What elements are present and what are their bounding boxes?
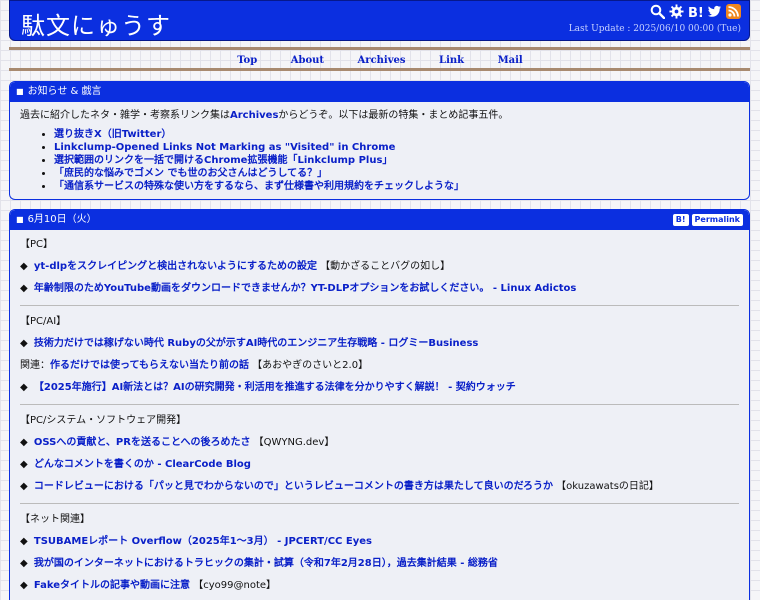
list-item: 「庶民的な悩みでゴメン でも世のお父さんはどうしてる？」 <box>54 167 739 180</box>
category-label: 【PC/システム・ソフトウェア開発】 <box>20 415 187 426</box>
category-label: 【PC/AI】 <box>20 316 67 327</box>
nav-mail[interactable]: Mail <box>498 55 523 66</box>
last-update: Last Update : 2025/06/10 00:00 (Tue) <box>568 24 741 34</box>
notice-heading-text: お知らせ & 戯言 <box>27 86 102 97</box>
item-link[interactable]: どんなコメントを書くのか - ClearCode Blog <box>34 459 251 470</box>
item-prefix: ◆ <box>20 459 31 470</box>
day-box: ■ 6月10日（火） B! Permalink 【PC】 ◆ yt-dlpをスクレ… <box>9 209 750 600</box>
nav-rule-bottom <box>9 68 750 71</box>
list-item: 関連：作るだけでは使ってもらえない当たり前の話 【あおやぎのさいと2.0】 <box>20 359 739 373</box>
item-link[interactable]: コードレビューにおける「パッと見でわからないので」というレビューコメントの書き方… <box>34 481 553 492</box>
gear-icon[interactable] <box>669 4 684 19</box>
nav-archives[interactable]: Archives <box>358 55 406 66</box>
list-item: ◆ OSSへの貢献と、PRを送ることへの後ろめたさ 【QWYNG.dev】 <box>20 436 739 450</box>
item-link[interactable]: 作るだけでは使ってもらえない当たり前の話 <box>50 360 249 371</box>
hatena-bookmark-button[interactable]: B! <box>672 214 689 226</box>
item-prefix: ◆ <box>20 481 31 492</box>
item-source: 【QWYNG.dev】 <box>250 437 335 448</box>
notice-box: ■ お知らせ & 戯言 過去に紹介したネタ・雑学・考察系リンク集はArchives… <box>9 81 750 200</box>
nav-rule-top <box>9 47 750 50</box>
square-bullet-icon: ■ <box>16 87 24 96</box>
item-source: 【okuzawatsの日記】 <box>552 481 659 492</box>
twitter-icon[interactable] <box>707 4 722 19</box>
site-header: 駄文にゅうす B! Last Update : 2025/06/10 00:00… <box>9 0 750 41</box>
search-icon[interactable] <box>650 4 665 19</box>
item-prefix: 関連： <box>20 360 50 371</box>
hatena-bookmark-icon[interactable]: B! <box>688 4 703 19</box>
day-heading-text: 6月10日（火） <box>27 214 97 225</box>
item-link[interactable]: 年齢制限のためYouTube動画をダウンロードできませんか？YT-DLPオプショ… <box>34 283 576 294</box>
notice-link-list: 選り抜きX（旧Twitter） Linkclump-Opened Links N… <box>20 128 739 193</box>
main-nav: Top About Archives Link Mail <box>0 53 760 66</box>
rss-icon[interactable] <box>726 4 741 19</box>
notice-link[interactable]: 選択範囲のリンクを一括で開けるChrome拡張機能「Linkclump Plus… <box>54 155 392 166</box>
notice-link[interactable]: 選り抜きX（旧Twitter） <box>54 129 171 140</box>
notice-intro-before: 過去に紹介したネタ・雑学・考察系リンク集は <box>20 110 230 121</box>
list-item: ◆ 年齢制限のためYouTube動画をダウンロードできませんか？YT-DLPオプ… <box>20 282 739 296</box>
item-prefix: ◆ <box>20 283 31 294</box>
notice-heading: ■ お知らせ & 戯言 <box>10 82 749 102</box>
list-item: 選り抜きX（旧Twitter） <box>54 128 739 141</box>
notice-intro: 過去に紹介したネタ・雑学・考察系リンク集はArchivesからどうぞ。以下は最新… <box>20 109 739 123</box>
item-source: 【あおやぎのさいと2.0】 <box>249 360 369 371</box>
item-source: 【動かざることバグの如し】 <box>316 261 451 272</box>
item-link[interactable]: Fakeタイトルの記事や動画に注意 <box>34 580 190 591</box>
list-item: ◆ どんなコメントを書くのか - ClearCode Blog <box>20 458 739 472</box>
item-prefix: ◆ <box>20 338 31 349</box>
list-item: 選択範囲のリンクを一括で開けるChrome拡張機能「Linkclump Plus… <box>54 154 739 167</box>
item-link[interactable]: TSUBAMEレポート Overflow（2025年1～3月） - JPCERT… <box>34 536 372 547</box>
notice-link[interactable]: Linkclump-Opened Links Not Marking as "V… <box>54 142 395 153</box>
item-prefix: ◆ <box>20 261 31 272</box>
item-source: 【cyo99@note】 <box>190 580 277 591</box>
category-label: 【PC】 <box>20 239 54 250</box>
nav-link[interactable]: Link <box>439 55 464 66</box>
notice-link[interactable]: 「庶民的な悩みでゴメン でも世のお父さんはどうしてる？」 <box>54 168 327 179</box>
day-heading: ■ 6月10日（火） B! Permalink <box>10 210 749 230</box>
list-item: ◆ コードレビューにおける「パッと見でわからないので」というレビューコメントの書… <box>20 480 739 494</box>
item-link[interactable]: yt-dlpをスクレイピングと検出されないようにするための設定 <box>34 261 317 272</box>
list-item: 「通信系サービスの特殊な使い方をするなら、まず仕様書や利用規約をチェックしような… <box>54 180 739 193</box>
list-item: ◆ Fakeタイトルの記事や動画に注意 【cyo99@note】 <box>20 579 739 593</box>
item-link[interactable]: 【2025年施行】AI新法とは？AIの研究開発・利活用を推進する法律を分かりやす… <box>34 382 516 393</box>
list-item: ◆ 【2025年施行】AI新法とは？AIの研究開発・利活用を推進する法律を分かり… <box>20 381 739 395</box>
notice-link[interactable]: 「通信系サービスの特殊な使い方をするなら、まず仕様書や利用規約をチェックしような… <box>54 181 464 192</box>
svg-text:B!: B! <box>688 6 703 19</box>
notice-intro-after: からどうぞ。以下は最新の特集・まとめ記事五件。 <box>278 110 509 121</box>
archives-link[interactable]: Archives <box>230 110 278 121</box>
item-prefix: ◆ <box>20 580 31 591</box>
site-title[interactable]: 駄文にゅうす <box>21 6 171 41</box>
item-prefix: ◆ <box>20 558 31 569</box>
nav-top[interactable]: Top <box>237 55 257 66</box>
category-label: 【ネット関連】 <box>20 514 90 525</box>
divider <box>20 503 739 504</box>
item-link[interactable]: 技術力だけでは稼げない時代 Rubyの父が示すAI時代のエンジニア生存戦略 - … <box>34 338 478 349</box>
item-link[interactable]: 我が国のインターネットにおけるトラヒックの集計・試算（令和7年2月28日），過去… <box>34 558 498 569</box>
list-item: ◆ 我が国のインターネットにおけるトラヒックの集計・試算（令和7年2月28日），… <box>20 557 739 571</box>
header-icons: B! <box>650 4 741 19</box>
list-item: ◆ 技術力だけでは稼げない時代 Rubyの父が示すAI時代のエンジニア生存戦略 … <box>20 337 739 351</box>
item-prefix: ◆ <box>20 382 31 393</box>
permalink-button[interactable]: Permalink <box>691 214 743 226</box>
list-item: ◆ TSUBAMEレポート Overflow（2025年1～3月） - JPCE… <box>20 535 739 549</box>
item-prefix: ◆ <box>20 536 31 547</box>
square-bullet-icon: ■ <box>16 215 24 224</box>
item-link[interactable]: OSSへの貢献と、PRを送ることへの後ろめたさ <box>34 437 251 448</box>
divider <box>20 305 739 306</box>
nav-about[interactable]: About <box>291 55 324 66</box>
list-item: ◆ yt-dlpをスクレイピングと検出されないようにするための設定 【動かざるこ… <box>20 260 739 274</box>
list-item: Linkclump-Opened Links Not Marking as "V… <box>54 141 739 154</box>
item-prefix: ◆ <box>20 437 31 448</box>
divider <box>20 404 739 405</box>
